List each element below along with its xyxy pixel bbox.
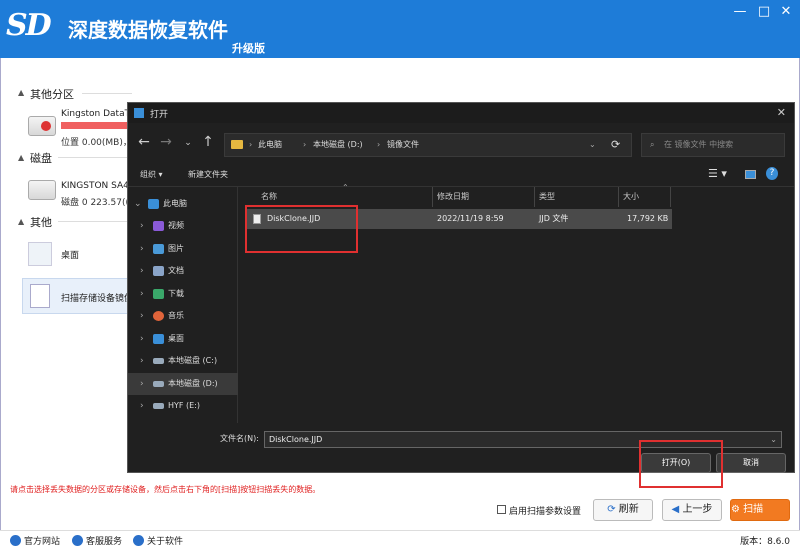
nav-drive-c[interactable]: › 本地磁盘 (C:): [128, 350, 238, 372]
scan-icon: ⚙: [731, 504, 740, 515]
section-other-partitions: 其他分区: [30, 88, 74, 101]
maximize-icon[interactable]: □: [752, 2, 776, 22]
search-icon: ⌕: [650, 140, 655, 149]
minimize-icon[interactable]: —: [728, 2, 752, 22]
dialog-title: 打开: [150, 110, 169, 120]
back-icon[interactable]: ←: [136, 134, 152, 150]
preview-pane-icon[interactable]: [745, 170, 756, 179]
collapse-icon[interactable]: ▲: [18, 217, 24, 226]
folder-icon: [231, 140, 243, 149]
prev-button[interactable]: ◀ 上一步: [662, 499, 722, 521]
organize-menu[interactable]: 组织 ▾: [140, 169, 163, 180]
image-file-icon: [30, 284, 50, 308]
open-file-dialog: 打开 ✕ ← → ⌄ ↑ › 此电脑 › 本地磁盘 (D:) › 镜像文件 ⌄ …: [127, 102, 795, 488]
highlight-box: [639, 440, 723, 488]
scan-image-label[interactable]: 扫描存储设备镜像: [61, 291, 127, 304]
file-size: 17,792 KB: [627, 214, 669, 223]
forward-icon[interactable]: →: [158, 134, 174, 150]
usb-drive-icon[interactable]: [28, 116, 56, 136]
document-icon: [153, 266, 164, 276]
up-icon[interactable]: ↑: [200, 134, 216, 150]
column-header-name[interactable]: 名称: [257, 187, 433, 207]
file-list: ⌃ 名称 修改日期 类型 大小 DiskClone.JJD 2022/11/19…: [239, 183, 794, 423]
collapse-icon[interactable]: ▲: [18, 153, 24, 162]
search-input[interactable]: ⌕ 在 镜像文件 中搜索: [641, 133, 785, 157]
dialog-navbar: ← → ⌄ ↑ › 此电脑 › 本地磁盘 (D:) › 镜像文件 ⌄ ⟳ ⌕ 在…: [128, 125, 794, 163]
chevron-down-icon[interactable]: ⌄: [180, 138, 196, 148]
usage-bar: [61, 122, 129, 129]
collapse-icon[interactable]: ▲: [18, 88, 24, 97]
close-icon[interactable]: ✕: [777, 106, 786, 119]
support-link[interactable]: 客服服务: [72, 534, 122, 547]
nav-pictures[interactable]: › 图片: [128, 238, 238, 260]
highlight-box: [245, 205, 358, 253]
official-site-link[interactable]: 官方网站: [10, 534, 60, 547]
new-folder-button[interactable]: 新建文件夹: [188, 169, 228, 180]
column-header-type[interactable]: 类型: [535, 187, 619, 207]
section-others: 其他: [30, 216, 52, 229]
scan-params-checkbox[interactable]: [497, 505, 506, 514]
drive-icon: [153, 358, 164, 364]
nav-videos[interactable]: › 视频: [128, 215, 238, 237]
arrow-left-icon: ◀: [671, 504, 680, 515]
section-disks: 磁盘: [30, 152, 52, 165]
about-link[interactable]: 关于软件: [133, 534, 183, 547]
column-header-date[interactable]: 修改日期: [433, 187, 535, 207]
address-bar[interactable]: › 此电脑 › 本地磁盘 (D:) › 镜像文件 ⌄ ⟳: [224, 133, 632, 157]
home-icon: [10, 535, 21, 546]
nav-downloads[interactable]: › 下载: [128, 283, 238, 305]
info-icon: [133, 535, 144, 546]
desktop-icon[interactable]: [28, 242, 52, 266]
dialog-footer: 文件名(N): DiskClone.JJD ⌄ 打开(O) 取消: [128, 423, 794, 488]
close-icon[interactable]: ✕: [774, 2, 798, 22]
navigation-pane: ⌄ 此电脑 › 视频 › 图片 › 文档 › 下载 › 音乐 › 桌面 › 本地磁盘 (C:) …: [128, 187, 238, 423]
support-icon: [72, 535, 83, 546]
dialog-titlebar: 打开 ✕: [128, 103, 794, 123]
desktop-item[interactable]: 桌面: [61, 248, 79, 261]
app-logo: SD: [6, 8, 52, 43]
file-type: JJD 文件: [539, 214, 569, 223]
music-icon: [153, 311, 164, 321]
dialog-toolbar: 组织 ▾ 新建文件夹 ☰ ▾ ?: [128, 163, 794, 187]
nav-documents[interactable]: › 文档: [128, 260, 238, 282]
breadcrumb-item[interactable]: 本地磁盘 (D:): [313, 134, 363, 156]
hard-disk-icon[interactable]: [28, 180, 56, 200]
column-header-size[interactable]: 大小: [619, 187, 671, 207]
download-icon: [153, 289, 164, 299]
scan-button[interactable]: ⚙ 扫描: [730, 499, 790, 521]
view-icon[interactable]: ☰ ▾: [708, 167, 727, 180]
app-title: 深度数据恢复软件: [68, 18, 228, 42]
chevron-down-icon[interactable]: ⌄: [589, 134, 596, 156]
version-label: 版本：8.6.0: [740, 537, 790, 547]
nav-desktop[interactable]: › 桌面: [128, 328, 238, 350]
scan-params-label: 启用扫描参数设置: [509, 507, 582, 517]
drive-icon: [153, 403, 164, 409]
help-icon[interactable]: ?: [766, 167, 778, 180]
breadcrumb-item[interactable]: 此电脑: [258, 134, 282, 156]
video-icon: [153, 221, 164, 231]
app-subtitle: 升级版: [232, 42, 265, 55]
app-icon: [134, 108, 144, 118]
cancel-button[interactable]: 取消: [716, 453, 786, 473]
app-header: SD 深度数据恢复软件 升级版 — □ ✕: [0, 0, 800, 58]
desktop-icon: [153, 334, 164, 344]
hint-text: 请点击选择丢失数据的分区或存储设备，然后点击右下角的[扫描]按钮扫描丢失的数据。: [10, 485, 321, 494]
nav-music[interactable]: › 音乐: [128, 305, 238, 327]
filename-label: 文件名(N):: [220, 434, 259, 443]
refresh-button[interactable]: ⟳ 刷新: [593, 499, 653, 521]
computer-icon: [148, 199, 159, 209]
drive-icon: [153, 381, 164, 387]
device-name[interactable]: KINGSTON SA40: [61, 181, 135, 191]
picture-icon: [153, 244, 164, 254]
device-info: 磁盘 0 223.57((: [61, 198, 129, 208]
refresh-icon[interactable]: ⟳: [611, 134, 620, 156]
breadcrumb-item[interactable]: 镜像文件: [387, 134, 419, 156]
nav-drive-d[interactable]: › 本地磁盘 (D:): [128, 373, 238, 395]
nav-this-pc[interactable]: ⌄ 此电脑: [128, 193, 238, 215]
refresh-icon: ⟳: [607, 504, 616, 515]
file-date: 2022/11/19 8:59: [437, 214, 504, 223]
chevron-down-icon[interactable]: ⌄: [770, 432, 777, 447]
nav-drive-e[interactable]: › HYF (E:): [128, 395, 238, 417]
